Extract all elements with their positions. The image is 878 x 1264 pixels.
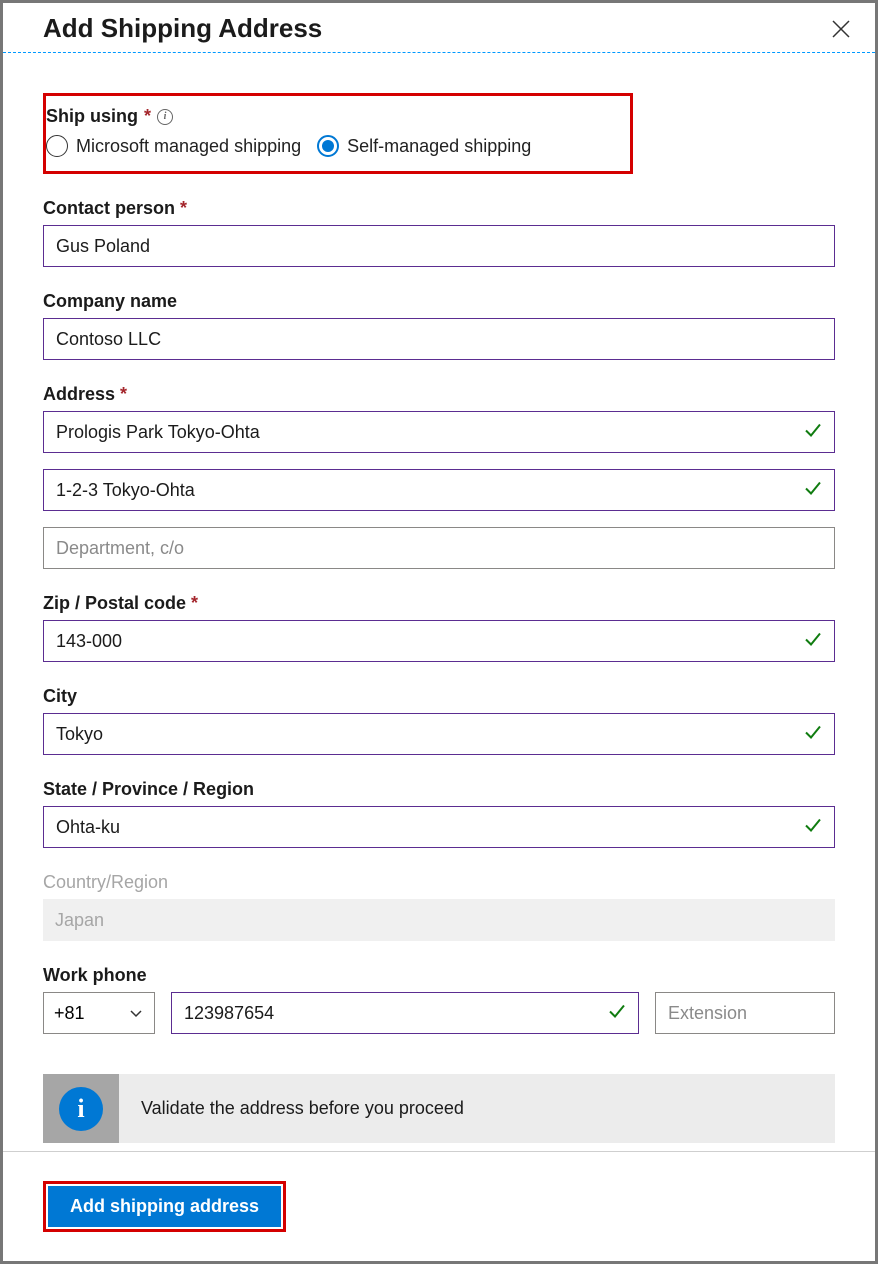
address-line2-input[interactable] — [43, 469, 835, 511]
banner-text: Validate the address before you proceed — [119, 1074, 486, 1143]
ship-using-highlight-box: Ship using * i Microsoft managed shippin… — [43, 93, 633, 174]
radio-self-managed[interactable]: Self-managed shipping — [317, 135, 531, 157]
postal-input[interactable] — [43, 620, 835, 662]
phone-number-input[interactable] — [171, 992, 639, 1034]
phone-label: Work phone — [43, 965, 835, 986]
postal-label: Zip / Postal code * — [43, 593, 835, 614]
company-input[interactable] — [43, 318, 835, 360]
address-line3-input[interactable] — [43, 527, 835, 569]
field-phone: Work phone +81 — [43, 965, 835, 1034]
info-icon[interactable]: i — [157, 109, 173, 125]
company-label: Company name — [43, 291, 835, 312]
panel-footer: Add shipping address — [3, 1151, 875, 1261]
radio-microsoft-managed[interactable]: Microsoft managed shipping — [46, 135, 301, 157]
field-postal: Zip / Postal code * — [43, 593, 835, 662]
state-label: State / Province / Region — [43, 779, 835, 800]
field-address: Address * — [43, 384, 835, 569]
country-input — [43, 899, 835, 941]
ship-using-label-text: Ship using — [46, 106, 138, 127]
ship-using-radio-group: Microsoft managed shipping Self-managed … — [46, 135, 612, 157]
address-label: Address * — [43, 384, 835, 405]
required-asterisk: * — [144, 106, 151, 127]
city-label: City — [43, 686, 835, 707]
contact-person-input[interactable] — [43, 225, 835, 267]
phone-country-code-text: +81 — [54, 1003, 85, 1024]
validate-banner: i Validate the address before you procee… — [43, 1074, 835, 1143]
x-icon — [831, 19, 851, 39]
address-line1-input[interactable] — [43, 411, 835, 453]
state-input[interactable] — [43, 806, 835, 848]
field-country: Country/Region — [43, 872, 835, 941]
country-label: Country/Region — [43, 872, 835, 893]
close-button[interactable] — [827, 15, 855, 43]
phone-extension-input[interactable] — [655, 992, 835, 1034]
phone-country-code-dropdown[interactable]: +81 — [43, 992, 155, 1034]
panel-header: Add Shipping Address — [3, 3, 875, 52]
field-city: City — [43, 686, 835, 755]
field-company: Company name — [43, 291, 835, 360]
add-shipping-address-button[interactable]: Add shipping address — [48, 1186, 281, 1227]
radio-circle-unselected — [46, 135, 68, 157]
field-state: State / Province / Region — [43, 779, 835, 848]
panel-title: Add Shipping Address — [43, 13, 322, 44]
divider — [3, 52, 875, 53]
banner-icon-box: i — [43, 1074, 119, 1143]
form-scroll-area[interactable]: Ship using * i Microsoft managed shippin… — [3, 73, 875, 1151]
primary-button-highlight: Add shipping address — [43, 1181, 286, 1232]
contact-person-label: Contact person * — [43, 198, 835, 219]
radio-label-managed: Microsoft managed shipping — [76, 136, 301, 157]
city-input[interactable] — [43, 713, 835, 755]
radio-circle-selected — [317, 135, 339, 157]
field-contact-person: Contact person * — [43, 198, 835, 267]
chevron-down-icon — [128, 1005, 144, 1021]
radio-label-self: Self-managed shipping — [347, 136, 531, 157]
info-icon: i — [59, 1087, 103, 1131]
ship-using-label: Ship using * i — [46, 106, 612, 127]
